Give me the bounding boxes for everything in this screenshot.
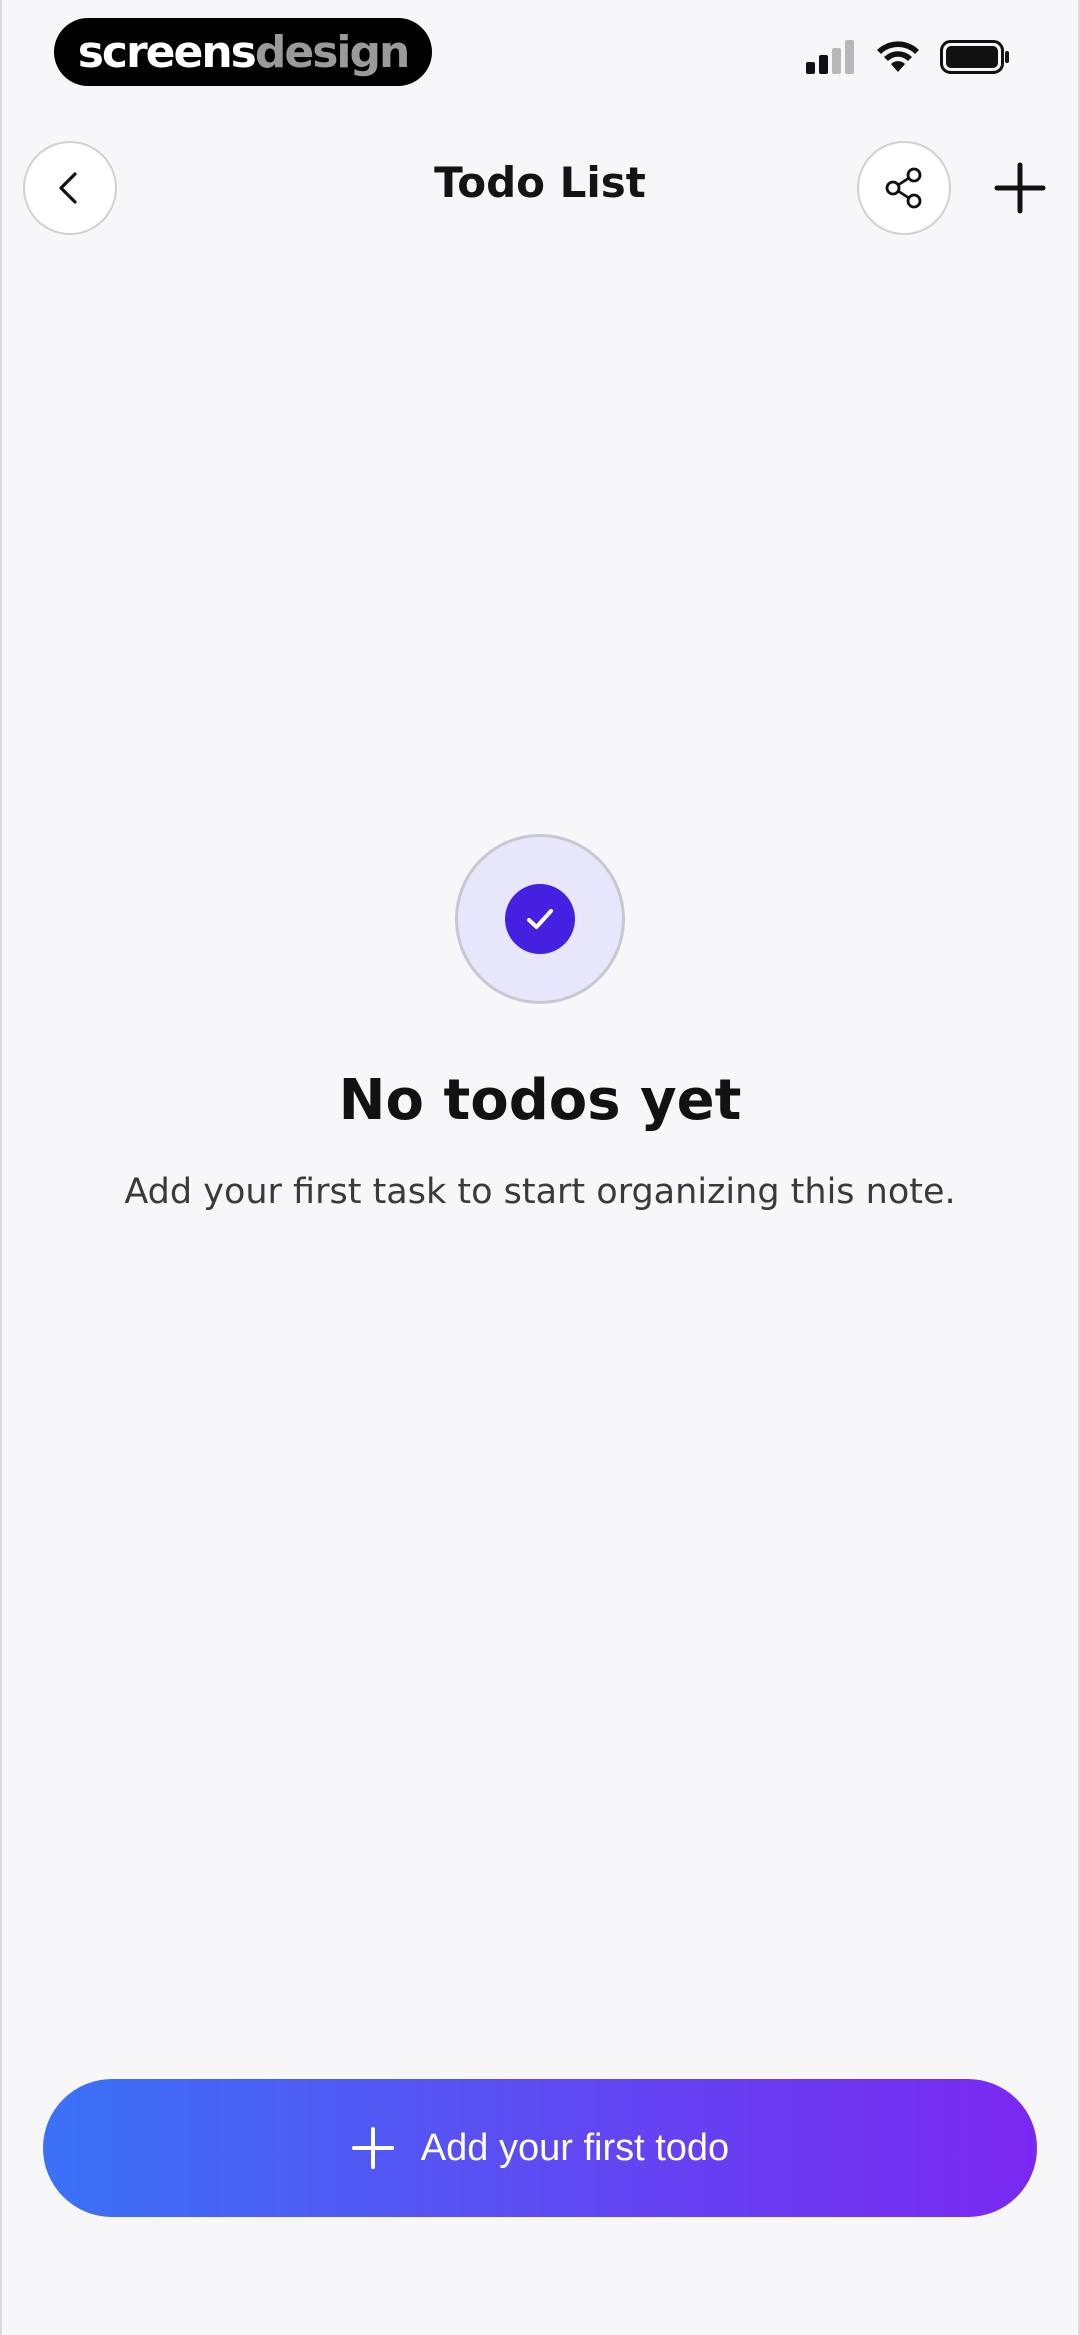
check-circle-icon <box>505 884 575 954</box>
add-todo-header-button[interactable] <box>984 152 1056 224</box>
watermark-part1: screens <box>77 26 257 78</box>
watermark-part2: design <box>254 26 410 78</box>
plus-icon <box>994 162 1046 214</box>
plus-icon <box>351 2127 394 2169</box>
screensdesign-watermark: screens design <box>54 18 432 86</box>
screen-frame <box>0 0 1080 2335</box>
add-first-todo-label: Add your first todo <box>420 2126 730 2169</box>
header: Todo List <box>0 140 1080 236</box>
empty-state-title: No todos yet <box>338 1068 742 1133</box>
empty-state-icon <box>455 834 625 1004</box>
signal-icon <box>806 40 854 74</box>
share-button[interactable] <box>857 141 951 235</box>
share-icon <box>885 167 922 209</box>
status-icons <box>806 40 1010 74</box>
empty-state-subtitle: Add your first task to start organizing … <box>124 1172 956 1212</box>
add-first-todo-button[interactable]: Add your first todo <box>43 2079 1037 2217</box>
battery-icon <box>940 40 1009 74</box>
checkmark-icon <box>527 909 553 929</box>
wifi-icon <box>877 41 919 72</box>
